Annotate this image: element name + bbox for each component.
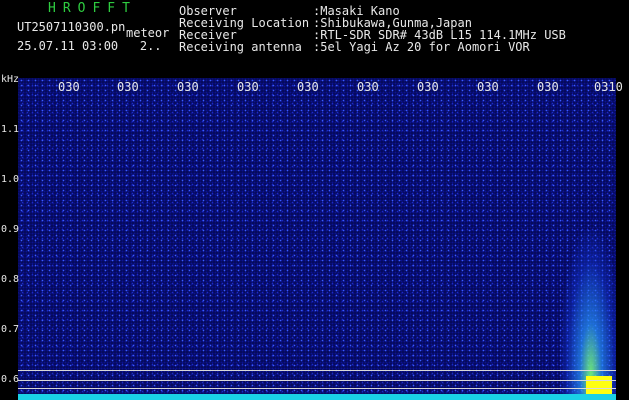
y-tick: 0.9: [1, 224, 20, 235]
y-tick: 0.7: [1, 324, 20, 335]
x-tick: 030: [117, 80, 139, 94]
y-tick: 1.0: [1, 174, 20, 185]
spectrogram: [18, 78, 616, 400]
file-name: UT2507110300.pn: [17, 20, 126, 34]
meteor-core: [586, 376, 612, 396]
x-tick: 030: [477, 80, 499, 94]
x-tick: 030: [237, 80, 259, 94]
x-tick: 030: [58, 80, 80, 94]
y-tick: 0.8: [1, 274, 20, 285]
meteor-burst: [560, 230, 616, 400]
x-tick: 0310: [594, 80, 623, 94]
meteor-label: meteor: [126, 26, 170, 40]
x-tick: 030: [537, 80, 559, 94]
app-title: HROFFT: [48, 1, 137, 16]
antenna-label: Receiving antenna: [179, 40, 302, 54]
frequency-marker-line: [18, 380, 616, 381]
date-time: 25.07.11 03:00 2..: [17, 39, 162, 53]
x-tick: 030: [417, 80, 439, 94]
metadata-values: :Masaki Kano :Shibukawa,Gunma,Japan :RTL…: [313, 5, 566, 53]
x-tick: 030: [357, 80, 379, 94]
y-tick: 0.6: [1, 374, 20, 385]
metadata-labels: Observer Receiving Location Receiver Rec…: [179, 5, 309, 53]
frequency-marker-line: [18, 370, 616, 371]
noise-baseline: [18, 394, 616, 400]
y-tick: 1.1: [1, 124, 20, 135]
x-tick: 030: [297, 80, 319, 94]
y-unit-label: kHz: [1, 74, 20, 85]
header-bar: HROFFT UT2507110300.pn meteor 25.07.11 0…: [0, 0, 629, 78]
x-tick: 030: [177, 80, 199, 94]
frequency-marker-line: [18, 388, 616, 389]
antenna-value: :5el Yagi Az 20 for Aomori VOR: [313, 40, 530, 54]
